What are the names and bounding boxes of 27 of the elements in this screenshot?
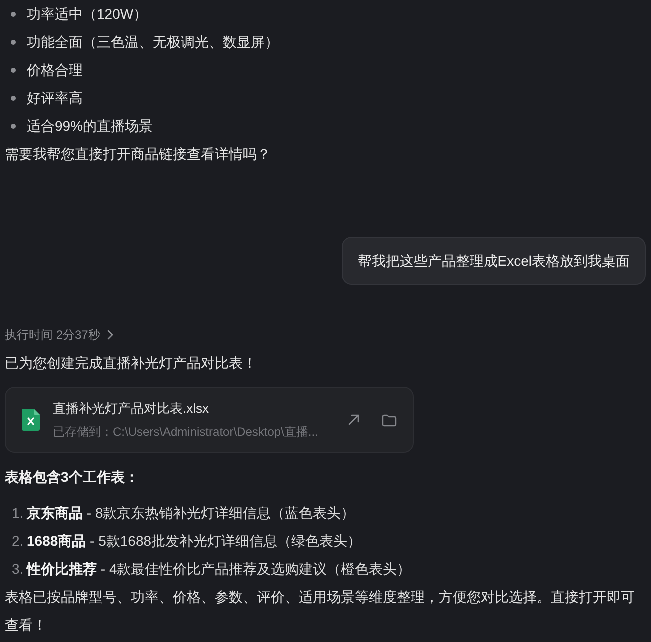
assistant-message-text: 表格已按品牌型号、功率、价格、参数、评价、适用场景等维度整理，方便您对比选择。直接打开即可查看！ [5, 588, 636, 635]
list-item-text: 好评率高 [27, 89, 83, 108]
spreadsheet-file-icon [22, 409, 40, 431]
assistant-message-text: 已为您创建完成直播补光灯产品对比表！ [4, 354, 258, 373]
bullet-icon [11, 68, 16, 72]
execution-time-toggle[interactable]: 执行时间 2分37秒 [5, 326, 114, 344]
bullet-icon [11, 12, 16, 16]
list-number: 1. [12, 504, 25, 522]
arrow-up-right-icon[interactable] [348, 414, 360, 426]
file-path: 已存储到：C:\Users\Administrator\Desktop\直播... [53, 424, 320, 440]
list-item-text: 价格合理 [27, 61, 83, 80]
list-item-text: 京东商品 - 8款京东热销补光灯详细信息（蓝色表头） [27, 504, 356, 522]
file-name: 直播补光灯产品对比表.xlsx [53, 400, 210, 418]
list-number: 2. [12, 532, 25, 550]
list-item-text: 适合99%的直播场景 [27, 117, 154, 136]
bullet-icon [11, 96, 16, 100]
bullet-icon [11, 124, 16, 128]
list-item-text: 功率适中（120W） [27, 5, 148, 24]
user-message-text: 帮我把这些产品整理成Excel表格放到我桌面 [358, 252, 630, 270]
list-item-text: 1688商品 - 5款1688批发补光灯详细信息（绿色表头） [27, 532, 362, 550]
list-item-text: 性价比推荐 - 4款最佳性价比产品推荐及选购建议（橙色表头） [27, 560, 412, 578]
section-heading: 表格包含3个工作表： [4, 468, 140, 487]
assistant-message-text: 需要我帮您直接打开商品链接查看详情吗？ [4, 145, 272, 164]
bullet-icon [11, 40, 16, 44]
folder-icon[interactable] [382, 414, 397, 426]
list-item-text: 功能全面（三色温、无极调光、数显屏） [27, 33, 279, 52]
list-number: 3. [12, 560, 25, 578]
